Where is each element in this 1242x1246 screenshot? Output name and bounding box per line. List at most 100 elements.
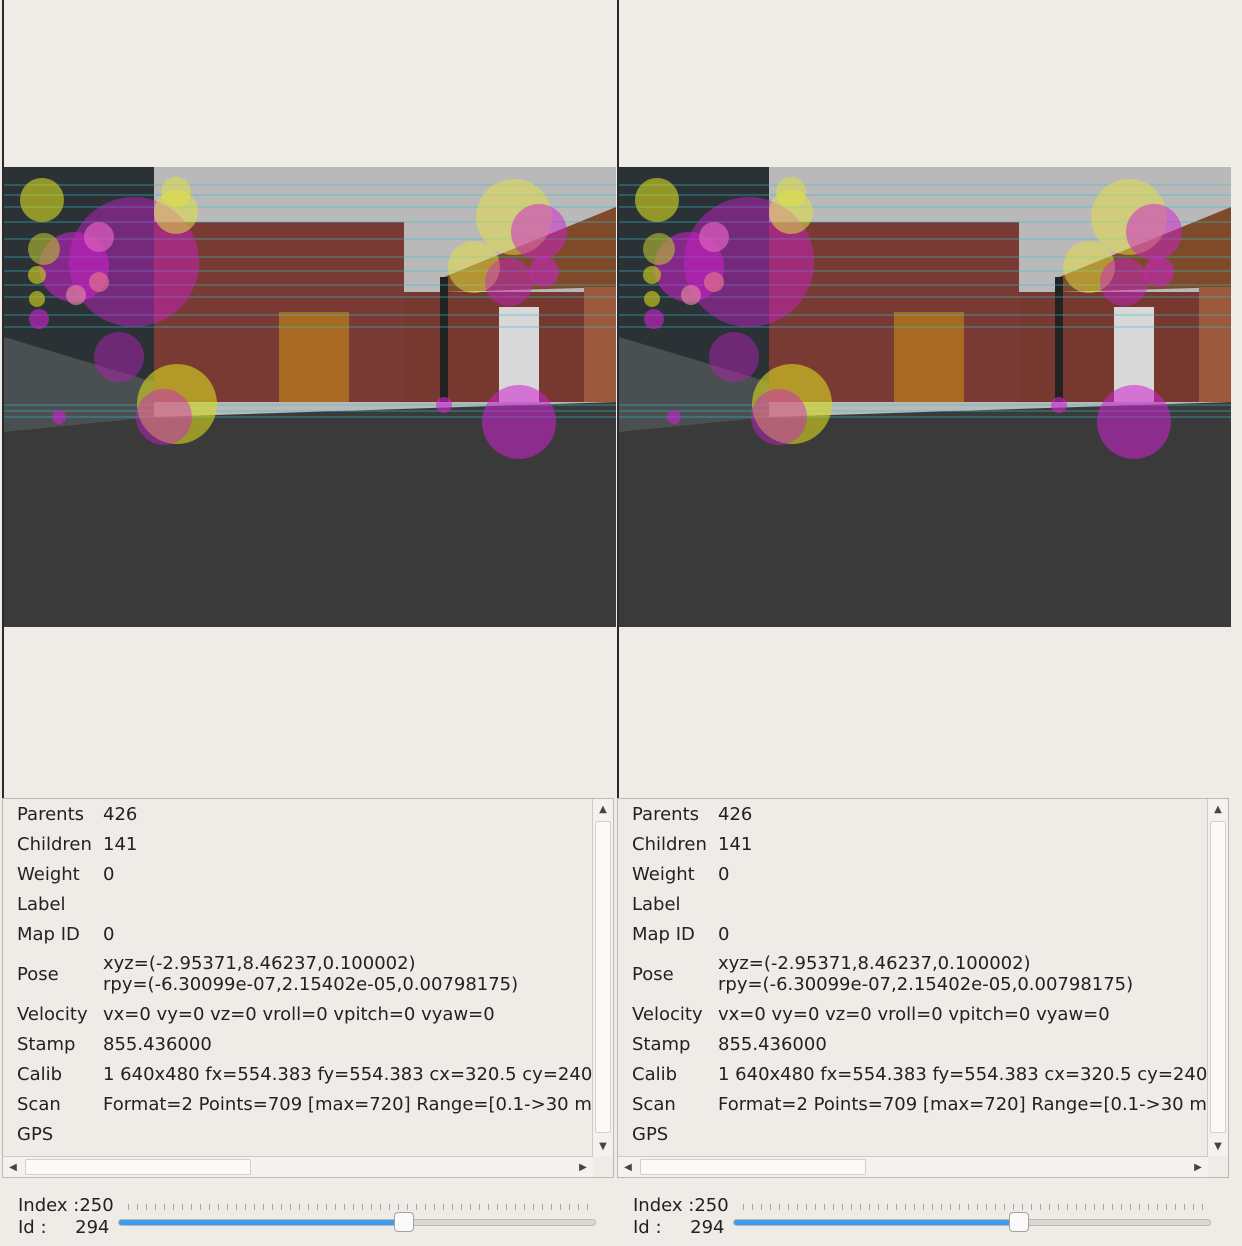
- info-row-pose: Pose xyz=(-2.95371,8.46237,0.100002) rpy=(…: [618, 949, 1208, 999]
- info-row-stamp: Stamp 855.436000: [618, 1029, 1208, 1059]
- info-key: Parents: [17, 803, 84, 825]
- image-view-right[interactable]: [617, 0, 1231, 798]
- vertical-scrollbar[interactable]: ▲ ▼: [592, 799, 613, 1156]
- info-value: 855.436000: [103, 1033, 212, 1055]
- info-value: 141: [103, 833, 138, 855]
- info-row-label: Label: [3, 889, 593, 919]
- info-key: Weight: [632, 863, 695, 885]
- info-key: Scan: [632, 1093, 676, 1115]
- pose-rpy: rpy=(-6.30099e-07,2.15402e-05,0.00798175…: [718, 974, 1134, 995]
- scroll-up-icon[interactable]: ▲: [1208, 799, 1228, 819]
- info-key: Velocity: [17, 1003, 88, 1025]
- slider-handle[interactable]: [393, 1212, 414, 1232]
- info-key: Children: [632, 833, 707, 855]
- pose-rpy: rpy=(-6.30099e-07,2.15402e-05,0.00798175…: [103, 974, 519, 995]
- info-row-velocity: Velocity vx=0 vy=0 vz=0 vroll=0 vpitch=0 …: [3, 999, 593, 1029]
- info-row-scan: Scan Format=2 Points=709 [max=720] Range=…: [3, 1089, 593, 1119]
- id-label: Id :: [18, 1217, 47, 1238]
- index-value: 250: [694, 1195, 729, 1216]
- camera-image-left: [4, 167, 616, 627]
- side-wall: [584, 287, 616, 402]
- info-row-gps: GPS: [618, 1119, 1208, 1149]
- info-value: vx=0 vy=0 vz=0 vroll=0 vpitch=0 vyaw=0: [103, 1003, 495, 1025]
- info-value: 426: [718, 803, 753, 825]
- info-key: Label: [17, 893, 66, 915]
- info-rows-left: Parents 426 Children 141 Weight 0 Label Map…: [3, 799, 593, 1156]
- info-key: Stamp: [632, 1033, 691, 1055]
- index-slider[interactable]: [733, 1219, 1211, 1226]
- info-row-parents: Parents 426: [618, 799, 1208, 829]
- scroll-thumb[interactable]: [1210, 821, 1226, 1133]
- id-label: Id :: [633, 1217, 662, 1238]
- info-row-scan: Scan Format=2 Points=709 [max=720] Range=…: [618, 1089, 1208, 1119]
- side-wall: [1199, 287, 1231, 402]
- scroll-right-icon[interactable]: ▶: [1188, 1157, 1208, 1177]
- info-key: Scan: [17, 1093, 61, 1115]
- door: [279, 312, 349, 402]
- scroll-thumb[interactable]: [640, 1159, 866, 1175]
- info-key: Map ID: [17, 923, 80, 945]
- scroll-up-icon[interactable]: ▲: [593, 799, 613, 819]
- info-key: Stamp: [17, 1033, 76, 1055]
- info-value: xyz=(-2.95371,8.46237,0.100002) rpy=(-6.3…: [718, 953, 1133, 995]
- info-key: Children: [17, 833, 92, 855]
- info-row-parents: Parents 426: [3, 799, 593, 829]
- info-value: 1 640x480 fx=554.383 fy=554.383 cx=320.5…: [718, 1063, 1208, 1085]
- slider-fill: [119, 1220, 405, 1225]
- info-value: Format=2 Points=709 [max=720] Range=[0.1…: [103, 1093, 592, 1115]
- info-row-stamp: Stamp 855.436000: [3, 1029, 593, 1059]
- info-panel-left[interactable]: Parents 426 Children 141 Weight 0 Label Map…: [2, 798, 614, 1178]
- info-row-map-id: Map ID 0: [3, 919, 593, 949]
- scene-svg-left: [4, 167, 616, 627]
- scene-svg-right: [619, 167, 1231, 627]
- scroll-corner: [593, 1156, 613, 1177]
- image-view-left[interactable]: [2, 0, 616, 798]
- info-value: 0: [103, 863, 115, 885]
- id-value: 294: [690, 1217, 725, 1238]
- info-key: Velocity: [632, 1003, 703, 1025]
- info-value: xyz=(-2.95371,8.46237,0.100002) rpy=(-6.3…: [103, 953, 518, 995]
- right-pane: Parents 426 Children 141 Weight 0 Label Map…: [615, 0, 1231, 1246]
- info-value: 1 640x480 fx=554.383 fy=554.383 cx=320.5…: [103, 1063, 593, 1085]
- pose-xyz: xyz=(-2.95371,8.46237,0.100002): [718, 953, 1031, 974]
- index-label: Index :: [18, 1195, 80, 1216]
- scroll-corner: [1208, 1156, 1228, 1177]
- index-slider[interactable]: [118, 1219, 596, 1226]
- scroll-left-icon[interactable]: ◀: [618, 1157, 638, 1177]
- info-rows-right: Parents 426 Children 141 Weight 0 Label Map…: [618, 799, 1208, 1156]
- info-row-children: Children 141: [618, 829, 1208, 859]
- vertical-scrollbar[interactable]: ▲ ▼: [1207, 799, 1228, 1156]
- node-slider-controls-left: Index :250 Id : 294: [0, 1188, 614, 1246]
- info-value: 855.436000: [718, 1033, 827, 1055]
- info-key: Weight: [17, 863, 80, 885]
- scroll-thumb[interactable]: [595, 821, 611, 1133]
- scroll-thumb[interactable]: [25, 1159, 251, 1175]
- scroll-left-icon[interactable]: ◀: [3, 1157, 23, 1177]
- index-readout: Index :250: [18, 1195, 114, 1216]
- scroll-down-icon[interactable]: ▼: [593, 1136, 613, 1156]
- info-value: vx=0 vy=0 vz=0 vroll=0 vpitch=0 vyaw=0: [718, 1003, 1110, 1025]
- info-key: Label: [632, 893, 681, 915]
- node-slider-controls-right: Index :250 Id : 294: [615, 1188, 1229, 1246]
- info-key: Pose: [632, 963, 674, 985]
- slider-handle[interactable]: [1008, 1212, 1029, 1232]
- horizontal-scrollbar[interactable]: ◀ ▶: [3, 1156, 593, 1177]
- info-key: GPS: [17, 1123, 54, 1145]
- scroll-right-icon[interactable]: ▶: [573, 1157, 593, 1177]
- info-row-children: Children 141: [3, 829, 593, 859]
- door: [894, 312, 964, 402]
- info-row-weight: Weight 0: [618, 859, 1208, 889]
- info-value: 0: [103, 923, 115, 945]
- info-row-weight: Weight 0: [3, 859, 593, 889]
- info-value: 426: [103, 803, 138, 825]
- id-readout: Id : 294: [633, 1217, 725, 1238]
- horizontal-scrollbar[interactable]: ◀ ▶: [618, 1156, 1208, 1177]
- post-1: [1055, 277, 1063, 402]
- scroll-down-icon[interactable]: ▼: [1208, 1136, 1228, 1156]
- pose-xyz: xyz=(-2.95371,8.46237,0.100002): [103, 953, 416, 974]
- info-panel-right[interactable]: Parents 426 Children 141 Weight 0 Label Map…: [617, 798, 1229, 1178]
- info-value: 141: [718, 833, 753, 855]
- index-readout: Index :250: [633, 1195, 729, 1216]
- info-key: Calib: [17, 1063, 63, 1085]
- info-key: Map ID: [632, 923, 695, 945]
